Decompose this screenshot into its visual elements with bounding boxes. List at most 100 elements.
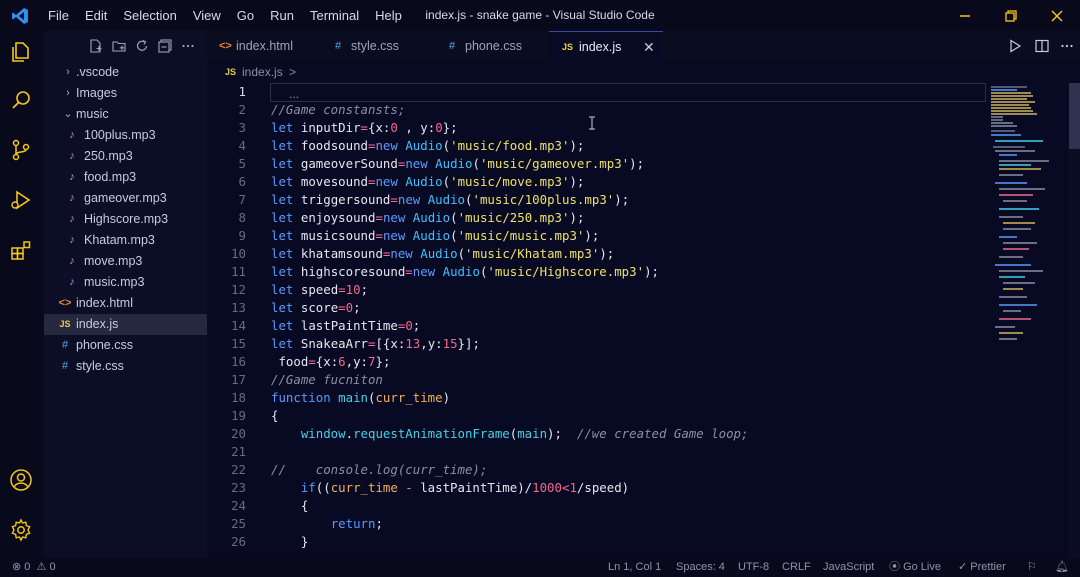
new-file-icon[interactable] — [89, 39, 103, 53]
vertical-scrollbar[interactable] — [1069, 83, 1080, 558]
settings-gear-icon[interactable] — [8, 517, 34, 543]
explorer-icon[interactable] — [8, 39, 34, 65]
line-number: 21 — [231, 444, 246, 459]
menu-go[interactable]: Go — [229, 0, 262, 31]
source-control-icon[interactable] — [8, 137, 34, 163]
tree-folder-images[interactable]: › Images — [44, 83, 207, 104]
tree-file-phone-css[interactable]: # phone.css — [44, 335, 207, 356]
menu-run[interactable]: Run — [262, 0, 302, 31]
tree-file-move[interactable]: ♪ move.mp3 — [44, 251, 207, 272]
minimap[interactable] — [987, 83, 1069, 383]
code-token: new — [390, 246, 413, 261]
notifications-bell-icon[interactable]: 🔔︎ — [1055, 558, 1069, 577]
language-mode[interactable]: JavaScript — [823, 558, 874, 577]
indentation[interactable]: Spaces: 4 — [676, 558, 725, 577]
tab-label: index.html — [236, 39, 293, 53]
code-token: 1 — [569, 480, 577, 495]
split-editor-icon[interactable] — [1035, 39, 1049, 58]
tree-file-highscore[interactable]: ♪ Highscore.mp3 — [44, 209, 207, 230]
collapse-all-icon[interactable] — [158, 39, 172, 53]
tree-file-gameover[interactable]: ♪ gameover.mp3 — [44, 188, 207, 209]
close-tab-icon[interactable]: ✕ — [643, 32, 655, 62]
minimize-button[interactable] — [942, 0, 988, 31]
account-icon[interactable] — [8, 467, 34, 493]
search-icon[interactable] — [8, 87, 34, 113]
tree-file-khatam[interactable]: ♪ Khatam.mp3 — [44, 230, 207, 251]
code-token: }; — [375, 354, 391, 369]
code-token: }]; — [457, 336, 480, 351]
tree-item-label: index.html — [76, 296, 133, 310]
code-token: )/ — [517, 480, 533, 495]
code-token: lastPaintTime — [300, 318, 398, 333]
tab-index-js[interactable]: JS index.js ✕ — [549, 31, 663, 61]
warning-count: 0 — [49, 561, 56, 573]
menu-view[interactable]: View — [185, 0, 229, 31]
code-token: score — [300, 300, 339, 315]
tree-file-music[interactable]: ♪ music.mp3 — [44, 272, 207, 293]
breadcrumb-file[interactable]: index.js — [242, 61, 283, 83]
scrollbar-thumb[interactable] — [1069, 83, 1080, 149]
new-folder-icon[interactable] — [112, 39, 126, 53]
problems-indicator[interactable]: ⊗ 0 ⚠ 0 — [12, 558, 56, 577]
tree-folder-vscode[interactable]: › .vscode — [44, 62, 207, 83]
tree-item-label: gameover.mp3 — [84, 191, 167, 205]
refresh-icon[interactable] — [135, 39, 149, 53]
tab-index-html[interactable]: <> index.html — [207, 31, 325, 61]
audio-file-icon: ♪ — [69, 192, 75, 204]
vscode-logo-icon — [0, 0, 40, 31]
code-comment: // console.log(curr_time); — [271, 462, 488, 477]
code-token: ,y: — [345, 354, 369, 369]
code-token: new — [375, 138, 398, 153]
end-of-line[interactable]: CRLF — [782, 558, 811, 577]
menu-selection[interactable]: Selection — [115, 0, 184, 31]
tree-file-100plus[interactable]: ♪ 100plus.mp3 — [44, 125, 207, 146]
code-line: 25 return; — [207, 515, 987, 533]
tree-file-food[interactable]: ♪ food.mp3 — [44, 167, 207, 188]
menu-help[interactable]: Help — [367, 0, 410, 31]
code-token: 'music/move.mp3' — [450, 174, 570, 189]
go-live-button[interactable]: ⦿ Go Live — [889, 558, 941, 577]
tree-file-index-html[interactable]: <> index.html — [44, 293, 207, 314]
tree-file-250[interactable]: ♪ 250.mp3 — [44, 146, 207, 167]
cursor-position[interactable]: Ln 1, Col 1 — [608, 558, 661, 577]
prettier-label: Prettier — [970, 561, 1006, 573]
code-token: foodsound — [300, 138, 368, 153]
run-debug-icon[interactable] — [8, 187, 34, 213]
run-file-icon[interactable] — [1008, 39, 1022, 58]
text-cursor-icon — [589, 116, 595, 130]
tab-phone-css[interactable]: # phone.css — [439, 31, 549, 61]
code-token: ( — [457, 246, 466, 261]
error-icon: ⊗ — [12, 561, 22, 573]
prettier-button[interactable]: ✓ Prettier — [958, 558, 1006, 577]
code-token: enjoysound — [300, 210, 376, 225]
code-token: ); — [569, 174, 585, 189]
tree-file-index-js[interactable]: JS index.js — [44, 314, 207, 335]
code-comment: //Game constansts; — [271, 102, 406, 117]
more-actions-icon[interactable] — [1060, 39, 1074, 58]
close-window-button[interactable] — [1034, 0, 1080, 31]
code-token: ); — [599, 246, 615, 261]
menu-edit[interactable]: Edit — [77, 0, 115, 31]
restore-button[interactable] — [988, 0, 1034, 31]
code-token: 'music/Khatam.mp3' — [465, 246, 600, 261]
encoding[interactable]: UTF-8 — [738, 558, 769, 577]
menu-terminal[interactable]: Terminal — [302, 0, 367, 31]
code-token: let — [271, 336, 294, 351]
code-token: 'music/250.mp3' — [457, 210, 570, 225]
tree-file-style-css[interactable]: # style.css — [44, 356, 207, 377]
js-file-icon: JS — [562, 42, 574, 52]
menu-file[interactable]: File — [40, 0, 77, 31]
activity-bar — [0, 31, 44, 558]
tree-folder-music[interactable]: ⌄ music — [44, 104, 207, 125]
code-token: = — [405, 264, 413, 279]
code-line: 6 let movesound=new Audio('music/move.mp3… — [207, 173, 987, 191]
code-token: { — [300, 498, 309, 513]
code-token: gameoverSound — [300, 156, 398, 171]
extensions-icon[interactable] — [8, 237, 34, 263]
code-token: ( — [472, 156, 480, 171]
more-actions-icon[interactable] — [181, 39, 195, 53]
feedback-icon[interactable]: ⚐ — [1027, 558, 1037, 577]
line-number: 2 — [238, 102, 246, 117]
tab-style-css[interactable]: # style.css — [325, 31, 439, 61]
line-number: 22 — [231, 462, 246, 477]
